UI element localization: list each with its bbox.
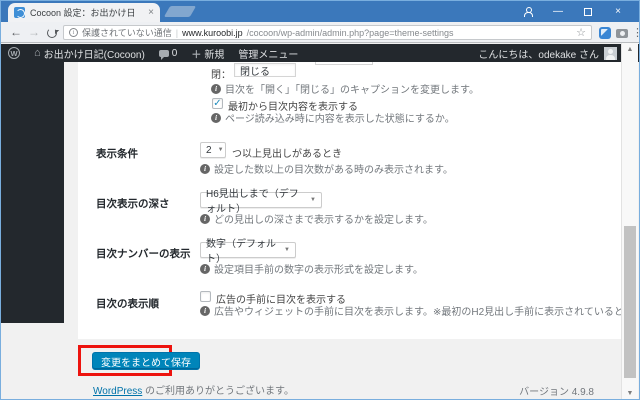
save-button[interactable]: 変更をまとめて保存	[92, 352, 200, 370]
maximize-icon	[584, 7, 592, 16]
maximize-button[interactable]	[573, 1, 603, 22]
site-name: お出かけ日記(Cocoon)	[43, 49, 145, 61]
row-toc-depth-label: 目次表示の深さ	[96, 198, 170, 210]
info-icon: i	[200, 163, 210, 174]
cocoon-favicon-icon	[14, 7, 25, 18]
avatar	[604, 46, 617, 60]
my-account-menu[interactable]: こんにちは、odekake さん	[478, 46, 639, 61]
close-caption-input[interactable]: 閉じる	[234, 63, 296, 78]
close-caption-label: 閉：	[211, 70, 231, 81]
wordpress-logo-icon: W	[8, 47, 20, 59]
admin-menu-label: 管理メニュー	[238, 49, 299, 61]
scroll-down-icon[interactable]: ▼	[622, 387, 638, 399]
url-bar: ← → i 保護されていない通信 | www.kuroobi.jp/cocoon…	[1, 22, 640, 43]
toc-depth-select[interactable]: H6見出しまで（デフォルト） ▼	[200, 189, 322, 215]
settings-panel: 閉： 閉じる i 目次を「開く」「閉じる」のキャプションを変更します。 ✓ 最初…	[78, 62, 634, 339]
browser-window: Cocoon 設定：お出かけ日 × — × ← → i 保護されていない通信 |…	[0, 0, 640, 400]
new-tab-button[interactable]	[163, 6, 197, 17]
scroll-up-icon[interactable]: ▲	[622, 43, 638, 55]
info-icon: i	[211, 83, 221, 94]
tab-close-icon[interactable]: ×	[148, 7, 154, 18]
row-toc-order-label: 目次の表示順	[96, 298, 159, 310]
show-content-checkbox[interactable]: ✓	[212, 98, 223, 109]
toc-order-info: i 広告やウィジェットの手前に目次を表示します。※最初のH2見出し手前に表示され…	[200, 303, 634, 318]
close-window-button[interactable]: ×	[603, 1, 633, 22]
show-content-info: i ページ読み込み時に内容を表示した状態にするか。	[211, 110, 455, 125]
back-icon[interactable]: ←	[10, 25, 22, 39]
open-caption-input-partial[interactable]	[315, 62, 373, 65]
url-path: /cocoon/wp-admin/admin.php?page=theme-se…	[246, 27, 454, 38]
greeting: こんにちは、odekake さん	[478, 49, 599, 61]
profile-button[interactable]	[513, 1, 543, 22]
page-scrollbar[interactable]: ▲ ▼	[621, 43, 638, 399]
address-field[interactable]: i 保護されていない通信 | www.kuroobi.jp/cocoon/wp-…	[63, 25, 592, 40]
page-content: 閉： 閉じる i 目次を「開く」「閉じる」のキャプションを変更します。 ✓ 最初…	[1, 62, 634, 399]
browser-tab[interactable]: Cocoon 設定：お出かけ日 ×	[8, 3, 160, 22]
extension-icon[interactable]	[599, 27, 611, 39]
heading-count-suffix: つ以上見出しがあるとき	[232, 149, 342, 160]
admin-menu-item[interactable]: 管理メニュー	[231, 44, 305, 62]
scrollbar-thumb[interactable]	[624, 226, 636, 378]
minimize-button[interactable]: —	[543, 1, 573, 22]
wordpress-link[interactable]: WordPress	[93, 386, 142, 397]
person-icon	[523, 7, 533, 17]
comments-menu[interactable]: 0	[152, 44, 185, 62]
row-toc-number-label: 目次ナンバーの表示	[96, 248, 191, 260]
site-name-menu[interactable]: ⌂ お出かけ日記(Cocoon)	[27, 44, 152, 62]
info-icon: i	[200, 213, 210, 224]
home-icon: ⌂	[34, 47, 41, 59]
url-separator: |	[175, 27, 179, 38]
wp-admin-bar: W ⌂ お出かけ日記(Cocoon) 0 ＋ 新規 管理メニュー こんにちは、o…	[1, 44, 639, 62]
chevron-down-icon: ▼	[217, 147, 224, 153]
footer-version: バージョン 4.9.8	[519, 387, 594, 398]
site-info-icon[interactable]: i	[69, 28, 78, 37]
new-label: 新規	[204, 49, 225, 61]
toc-number-select[interactable]: 数字（デフォルト） ▼	[200, 239, 296, 265]
row-display-condition-label: 表示条件	[96, 148, 138, 160]
tab-title: Cocoon 設定：お出かけ日	[30, 8, 136, 18]
caption-info: i 目次を「開く」「閉じる」のキャプションを変更します。	[211, 81, 479, 96]
new-content-menu[interactable]: ＋ 新規	[184, 44, 231, 62]
info-icon: i	[200, 305, 210, 316]
info-icon: i	[200, 263, 210, 274]
bookmark-star-icon[interactable]: ☆	[576, 26, 586, 39]
security-status: 保護されていない通信	[82, 28, 172, 38]
reload-icon[interactable]	[47, 28, 57, 38]
wp-admin-sidebar	[1, 62, 64, 323]
toc-before-ads-checkbox[interactable]	[200, 291, 211, 302]
toc-number-info: i 設定項目手前の数字の表示形式を設定します。	[200, 261, 423, 276]
forward-icon[interactable]: →	[28, 25, 40, 39]
url-domain: www.kuroobi.jp	[182, 27, 243, 38]
display-condition-info: i 設定した数以上の目次数がある時のみ表示されます。	[200, 161, 453, 176]
wp-logo-menu[interactable]: W	[1, 44, 27, 62]
chevron-down-icon: ▼	[284, 247, 290, 253]
titlebar: Cocoon 設定：お出かけ日 × — ×	[1, 1, 639, 22]
comments-bubble-icon	[158, 49, 169, 60]
plus-icon: ＋	[191, 49, 202, 61]
browser-menu-icon[interactable]: ⋮	[632, 26, 640, 39]
camera-extension-icon[interactable]	[616, 29, 628, 38]
info-icon: i	[211, 112, 221, 123]
chevron-down-icon: ▼	[310, 197, 316, 203]
toc-depth-info: i どの見出しの深さまで表示するかを設定します。	[200, 211, 433, 226]
footer-thanks: WordPress のご利用ありがとうございます。	[93, 386, 295, 397]
heading-count-select[interactable]: 2 ▼	[200, 142, 226, 158]
comments-count: 0	[171, 47, 178, 59]
